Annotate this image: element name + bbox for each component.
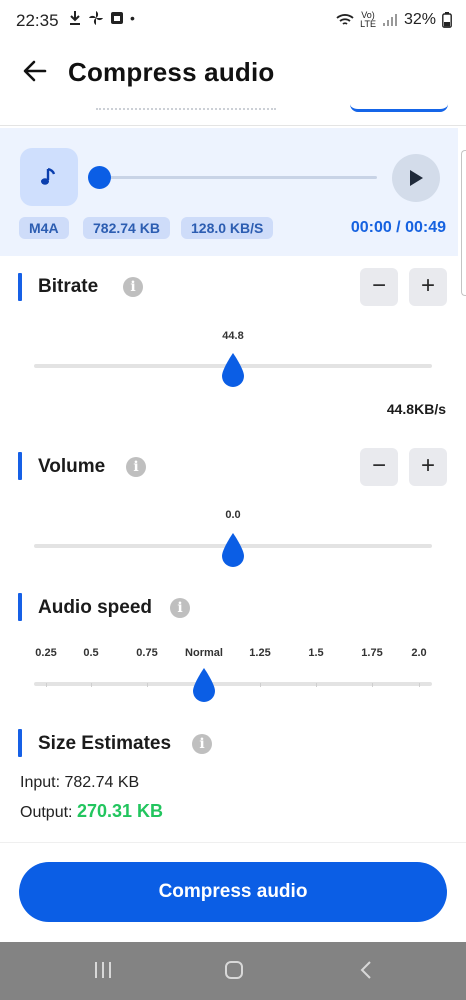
info-icon[interactable]: i: [123, 277, 143, 297]
bitrate-slider-thumb[interactable]: [219, 352, 247, 388]
output-size-value: 270.31 KB: [76, 801, 163, 821]
volume-slider-thumb[interactable]: [219, 532, 247, 568]
compress-audio-button[interactable]: Compress audio: [19, 862, 447, 922]
info-icon[interactable]: i: [192, 734, 212, 754]
output-size-row: Output: 270.31 KB: [20, 801, 163, 822]
system-nav-bar: [0, 942, 466, 1000]
speed-tick-mark: [419, 683, 420, 687]
sim-card-icon: [111, 12, 123, 24]
speed-option-label[interactable]: 1.75: [347, 647, 397, 659]
info-icon[interactable]: i: [170, 598, 190, 618]
back-button[interactable]: [20, 56, 50, 86]
speed-option-label[interactable]: 1.5: [291, 647, 341, 659]
battery-percent: 32%: [403, 11, 436, 28]
music-note-icon: [41, 167, 56, 185]
status-bar: 22:35 • Vo) LTE 32%: [0, 0, 466, 40]
speed-option-label[interactable]: 2.0: [394, 647, 444, 659]
bitrate-chip: 128.0 KB/S: [181, 217, 274, 239]
speed-option-label[interactable]: 1.25: [235, 647, 285, 659]
speed-tick-mark: [147, 683, 148, 687]
bitrate-increase-button[interactable]: +: [409, 268, 447, 306]
speed-slider-thumb[interactable]: [190, 667, 218, 703]
notification-dot: •: [130, 10, 135, 26]
seek-track[interactable]: [99, 176, 377, 179]
section-accent-bar: [18, 452, 22, 480]
volume-title: Volume: [38, 456, 106, 477]
network-type-bottom: LTE: [360, 19, 376, 29]
speed-tick-mark: [46, 683, 47, 687]
speed-tick-mark: [91, 683, 92, 687]
input-size-value: 782.74 KB: [64, 774, 140, 791]
speed-option-label[interactable]: Normal: [179, 647, 229, 659]
size-estimates-title: Size Estimates: [38, 733, 172, 754]
volume-thumb-label: 0.0: [225, 509, 241, 521]
time-readout: 00:00 / 00:49: [350, 219, 446, 236]
bitrate-decrease-button[interactable]: −: [360, 268, 398, 306]
output-size-label: Output:: [20, 804, 73, 821]
input-size-row: Input: 782.74 KB: [20, 774, 139, 792]
speed-tick-mark: [372, 683, 373, 687]
info-icon[interactable]: i: [126, 457, 146, 477]
home-icon[interactable]: [224, 960, 244, 980]
input-size-label: Input:: [20, 774, 61, 791]
clipped-button-edge[interactable]: [350, 104, 448, 112]
volume-decrease-button[interactable]: −: [360, 448, 398, 486]
speed-tick-mark: [316, 683, 317, 687]
arrow-left-icon: [23, 60, 47, 82]
audio-speed-title: Audio speed: [38, 597, 153, 618]
speed-option-label[interactable]: 0.75: [122, 647, 172, 659]
section-accent-bar: [18, 729, 22, 757]
format-chip: M4A: [19, 217, 69, 239]
scrollbar[interactable]: [461, 150, 466, 296]
speed-tick-mark: [260, 683, 261, 687]
play-icon: [410, 170, 423, 186]
app-bar: Compress audio: [0, 40, 466, 106]
signal-icon: [382, 14, 397, 26]
volume-increase-button[interactable]: +: [409, 448, 447, 486]
battery-icon: [442, 12, 452, 28]
file-size-chip: 782.74 KB: [83, 217, 170, 239]
wifi-icon: [336, 14, 354, 25]
section-accent-bar: [18, 273, 22, 301]
bitrate-title: Bitrate: [38, 276, 99, 297]
download-icon: [70, 11, 80, 25]
status-time: 22:35: [16, 11, 59, 30]
section-accent-bar: [18, 593, 22, 621]
bitrate-thumb-label: 44.8: [222, 330, 244, 342]
clipped-text-line: [96, 106, 276, 110]
back-nav-icon[interactable]: [356, 960, 376, 980]
speed-option-label[interactable]: 0.5: [66, 647, 116, 659]
pinwheel-icon: [89, 11, 103, 25]
speed-option-label[interactable]: 0.25: [21, 647, 71, 659]
seek-handle[interactable]: [88, 166, 111, 189]
recent-apps-icon[interactable]: [93, 960, 113, 980]
bitrate-value: 44.8KB/s: [386, 401, 446, 417]
page-title: Compress audio: [68, 57, 275, 87]
music-thumbnail: [20, 148, 78, 206]
play-button[interactable]: [392, 154, 440, 202]
audio-player: M4A 782.74 KB 128.0 KB/S 00:00 / 00:49: [0, 128, 458, 256]
